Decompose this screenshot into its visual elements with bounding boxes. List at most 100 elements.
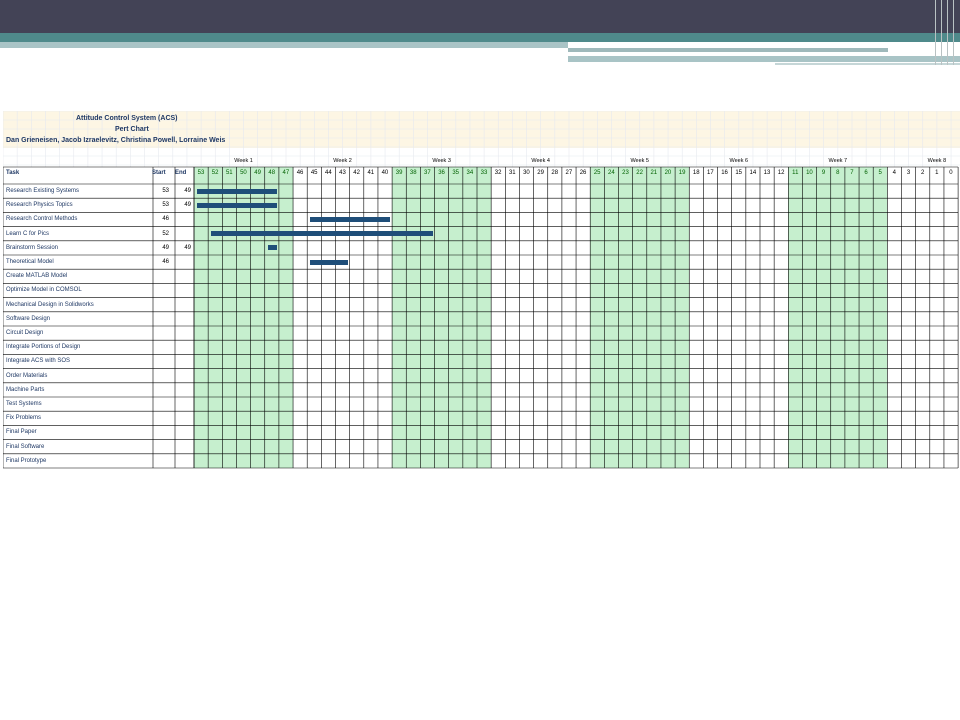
header-end: End (175, 170, 187, 176)
week-label: Week 4 (531, 158, 550, 164)
day-number: 12 (777, 170, 785, 176)
pert-chart-spreadsheet: Attitude Control System (ACS) Pert Chart… (3, 111, 960, 469)
day-number: 22 (636, 170, 643, 176)
week-label: Week 6 (729, 158, 749, 164)
day-number: 50 (240, 170, 247, 176)
task-name: Create MATLAB Model (6, 273, 68, 280)
task-name: Research Physics Topics (6, 202, 73, 209)
day-number: 6 (864, 170, 868, 176)
day-number: 32 (494, 170, 502, 176)
day-number: 19 (678, 170, 686, 176)
gantt-bar (310, 259, 348, 265)
day-number: 28 (551, 170, 559, 176)
day-number: 24 (608, 170, 615, 176)
week-label: Week 7 (828, 158, 848, 164)
day-number: 15 (735, 170, 743, 176)
day-number: 0 (949, 170, 953, 176)
day-number: 25 (593, 170, 601, 176)
day-number: 8 (836, 170, 840, 176)
week-label: Week 5 (630, 158, 649, 164)
day-number: 37 (424, 170, 431, 176)
day-number: 35 (452, 170, 460, 176)
task-start: 46 (162, 216, 169, 223)
header-task: Task (6, 170, 20, 176)
day-number: 18 (692, 170, 700, 176)
day-number: 2 (920, 170, 925, 176)
day-number: 1 (935, 170, 939, 176)
day-number: 4 (892, 170, 897, 176)
day-number: 52 (211, 170, 219, 176)
day-number: 23 (622, 170, 629, 176)
task-name: Machine Parts (6, 386, 45, 393)
day-number: 16 (721, 170, 728, 176)
day-number: 38 (409, 170, 417, 176)
task-name: Final Software (6, 443, 45, 450)
day-number: 47 (282, 170, 290, 176)
slide-decor-line (941, 0, 942, 65)
task-name: Circuit Design (6, 330, 44, 336)
task-end: 49 (184, 202, 191, 209)
day-number: 46 (296, 170, 304, 176)
task-end: 49 (184, 188, 191, 194)
day-number: 26 (579, 170, 587, 176)
task-name: Optimize Model in COMSOL (6, 287, 82, 294)
day-number: 43 (339, 170, 346, 176)
slide-accent-stripe-thin (775, 63, 960, 65)
task-start: 53 (162, 202, 169, 209)
day-number: 51 (225, 170, 233, 176)
task-name: Research Control Methods (6, 216, 78, 223)
slide-accent-stripe (0, 42, 568, 48)
spreadsheet-grid (3, 111, 960, 469)
task-name: Integrate Portions of Design (6, 344, 81, 351)
day-number: 48 (268, 170, 276, 176)
week-label: Week 2 (333, 158, 352, 164)
day-number: 39 (395, 170, 403, 176)
task-name: Integrate ACS with SOS (6, 358, 71, 365)
header-start: Start (152, 170, 166, 176)
day-number: 5 (878, 170, 882, 176)
day-number: 30 (523, 170, 530, 176)
day-number: 44 (325, 170, 332, 176)
gantt-bar (267, 245, 277, 251)
task-name: Fix Problems (6, 415, 42, 422)
task-name: Mechanical Design in Solidworks (6, 301, 94, 308)
day-number: 13 (763, 170, 771, 176)
day-number: 14 (749, 170, 757, 176)
day-number: 11 (792, 170, 799, 176)
slide-decor-line (935, 0, 936, 65)
day-number: 17 (707, 170, 714, 176)
day-number: 20 (664, 170, 672, 176)
day-number: 42 (353, 170, 360, 176)
slide-accent-stripe-lower (568, 56, 960, 62)
day-number: 33 (480, 170, 488, 176)
slide-accent-stripe-right (568, 48, 888, 52)
authors-line: Dan Grieneisen, Jacob Izraelevitz, Chris… (6, 137, 226, 144)
task-name: Brainstorm Session (6, 244, 59, 251)
slide-top-bar (0, 0, 960, 33)
task-name: Order Materials (6, 372, 48, 379)
task-start: 46 (162, 259, 169, 265)
day-number: 27 (565, 170, 573, 176)
task-name: Test Systems (6, 401, 42, 407)
gantt-bar (197, 188, 277, 194)
gantt-bar (211, 231, 433, 237)
day-number: 31 (508, 170, 516, 176)
day-number: 40 (381, 170, 389, 176)
day-number: 21 (650, 170, 658, 176)
day-number: 41 (367, 170, 375, 176)
day-number: 36 (438, 170, 445, 176)
task-start: 52 (162, 230, 169, 237)
day-number: 7 (850, 170, 854, 176)
day-number: 29 (537, 170, 544, 176)
task-end: 49 (184, 244, 191, 251)
task-start: 49 (162, 244, 169, 251)
week-label: Week 8 (927, 158, 947, 164)
day-number: 3 (906, 170, 911, 176)
gantt-bar (197, 202, 277, 208)
day-number: 10 (806, 170, 813, 176)
slide-decor-line (947, 0, 948, 65)
task-name: Final Paper (6, 429, 37, 436)
chart-subtitle: Pert Chart (115, 126, 149, 133)
task-name: Learn C for Pics (6, 230, 50, 237)
slide-teal-stripe (0, 33, 960, 42)
